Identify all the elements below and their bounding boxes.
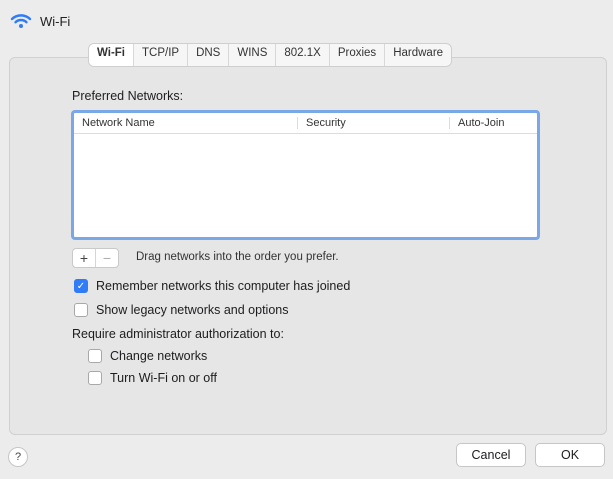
toggle-wifi-option[interactable]: Turn Wi-Fi on or off <box>88 371 217 385</box>
checkmark-icon[interactable]: ✓ <box>74 279 88 293</box>
column-network-name[interactable]: Network Name <box>74 117 298 129</box>
change-networks-checkbox[interactable] <box>88 349 102 363</box>
window-header: Wi-Fi <box>10 10 70 32</box>
tab-8021x[interactable]: 802.1X <box>276 44 330 66</box>
tab-proxies[interactable]: Proxies <box>330 44 386 66</box>
toggle-wifi-checkbox[interactable] <box>88 371 102 385</box>
add-network-button[interactable]: + <box>73 249 95 267</box>
tab-tcpip[interactable]: TCP/IP <box>134 44 189 66</box>
cancel-button[interactable]: Cancel <box>456 443 526 467</box>
column-security[interactable]: Security <box>298 117 450 129</box>
change-networks-label: Change networks <box>110 349 208 363</box>
drag-hint-text: Drag networks into the order you prefer. <box>136 251 339 263</box>
tab-hardware[interactable]: Hardware <box>385 44 451 66</box>
preferred-networks-table[interactable]: Network Name Security Auto-Join <box>71 110 540 240</box>
wifi-icon <box>10 13 32 29</box>
tab-dns[interactable]: DNS <box>188 44 230 66</box>
remove-network-button[interactable]: − <box>95 249 118 267</box>
help-button[interactable]: ? <box>8 447 28 467</box>
legacy-networks-label: Show legacy networks and options <box>96 303 289 317</box>
column-auto-join[interactable]: Auto-Join <box>450 117 537 129</box>
tab-bar: Wi-Fi TCP/IP DNS WINS 802.1X Proxies Har… <box>88 43 453 67</box>
legacy-checkbox[interactable] <box>74 303 88 317</box>
preferred-networks-label: Preferred Networks: <box>72 89 184 103</box>
ok-button[interactable]: OK <box>535 443 605 467</box>
remember-networks-label: Remember networks this computer has join… <box>96 279 351 293</box>
remember-networks-option[interactable]: ✓ Remember networks this computer has jo… <box>74 279 350 293</box>
toggle-wifi-label: Turn Wi-Fi on or off <box>110 371 217 385</box>
change-networks-option[interactable]: Change networks <box>88 349 207 363</box>
require-admin-label: Require administrator authorization to: <box>72 327 284 341</box>
list-controls: + − <box>72 248 119 268</box>
legacy-networks-option[interactable]: Show legacy networks and options <box>74 303 288 317</box>
window-title: Wi-Fi <box>40 13 71 29</box>
tab-wins[interactable]: WINS <box>229 44 277 66</box>
table-header: Network Name Security Auto-Join <box>74 113 537 134</box>
tab-wifi[interactable]: Wi-Fi <box>89 44 134 66</box>
